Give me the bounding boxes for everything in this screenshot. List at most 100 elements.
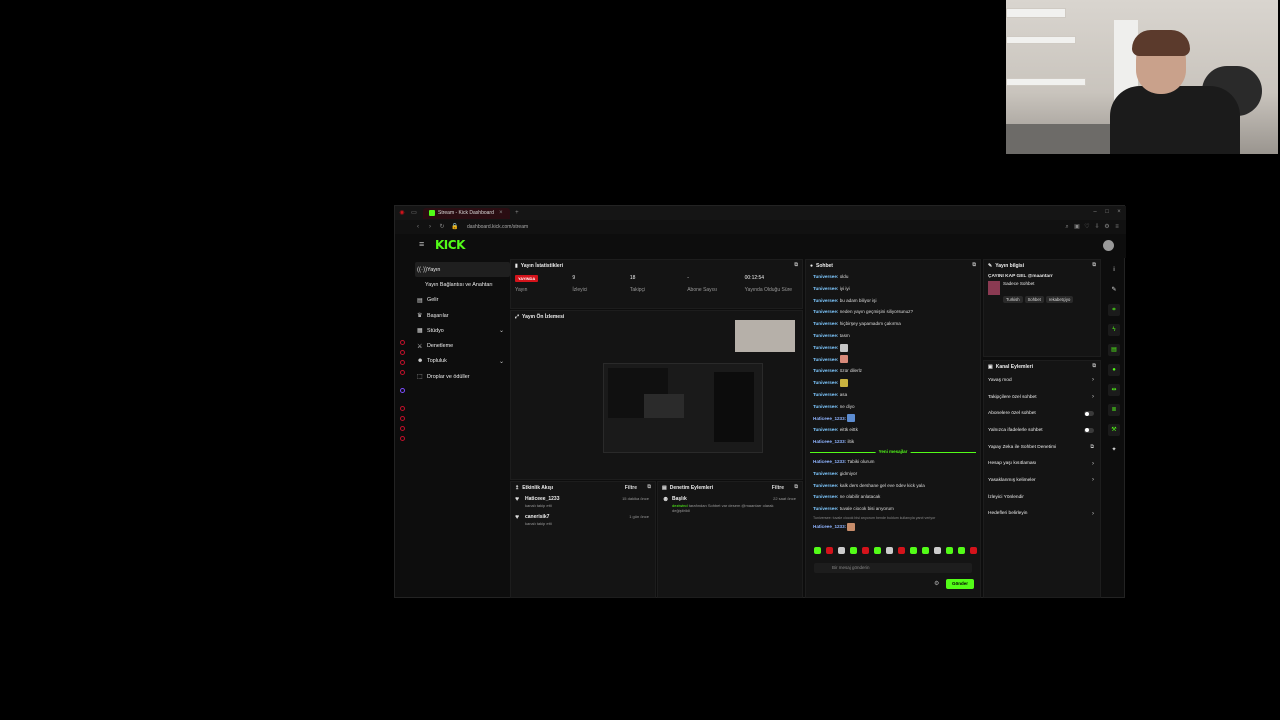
emote-button[interactable] [958, 547, 965, 554]
popout-icon[interactable]: ⧉ [794, 484, 798, 490]
camera-icon[interactable]: ▣ [1074, 224, 1080, 230]
channel-action-item[interactable]: Hedefleri belirleyin › [984, 506, 1100, 523]
chat-username[interactable]: Tuniversee: [813, 427, 838, 432]
emote-button[interactable] [850, 547, 857, 554]
emote-button[interactable] [934, 547, 941, 554]
sidebar-item-topluluk[interactable]: ☻ Topluluk ⌄ [415, 354, 510, 369]
extensions-icon[interactable]: ⚙ [1104, 224, 1110, 230]
emote-button[interactable] [946, 547, 953, 554]
emote-button[interactable] [814, 547, 821, 554]
chat-username[interactable]: Haticeee_1233: [813, 416, 846, 421]
rail-icon[interactable] [399, 406, 405, 411]
rail-icon[interactable] [399, 350, 405, 355]
chat-username[interactable]: Haticeee_1233: [813, 459, 846, 464]
channel-action-item[interactable]: Takipçilere özel sohbet › [984, 389, 1100, 406]
chat-username[interactable]: Tuniversee: [813, 286, 838, 291]
sidebar-item-studyo[interactable]: ▦ Stüdyo ⌄ [415, 323, 510, 338]
rail-icon[interactable] [399, 360, 405, 365]
tab-kick-dashboard[interactable]: Stream - Kick Dashboard × [423, 207, 510, 219]
tabs-icon[interactable]: ▭ [411, 210, 417, 216]
emote-button[interactable] [838, 547, 845, 554]
reload-icon[interactable]: ↻ [439, 224, 445, 230]
menu-icon[interactable]: ≡ [1114, 224, 1120, 230]
rail-icon[interactable] [399, 340, 405, 345]
sidebar-item-denetleme[interactable]: ⚔ Denetleme [415, 338, 510, 353]
chat-username[interactable]: Tuniversee: [813, 368, 838, 373]
chat-username[interactable]: Tuniversee: [813, 392, 838, 397]
close-window-icon[interactable]: × [1116, 209, 1122, 215]
sidebar-item-droplar[interactable]: ⬚ Droplar ve ödüller [415, 369, 510, 384]
list-icon[interactable]: ≣ [1108, 404, 1120, 416]
info-icon[interactable]: i [1108, 264, 1120, 276]
channel-action-item[interactable]: Yasaklanmış kelimeler › [984, 472, 1100, 489]
emote-button[interactable] [898, 547, 905, 554]
chat-bubble-icon[interactable]: ● [1108, 364, 1120, 376]
chat-username[interactable]: Tuniversee: [813, 274, 838, 279]
chat-username[interactable]: Tuniversee: [813, 298, 838, 303]
back-icon[interactable]: ‹ [415, 224, 421, 230]
rail-icon[interactable] [399, 370, 405, 375]
emote-button[interactable] [910, 547, 917, 554]
puzzle-icon[interactable]: ✦ [1108, 444, 1120, 456]
chat-username[interactable]: Tuniversee: [813, 506, 838, 511]
maximize-icon[interactable]: □ [1104, 209, 1110, 215]
pen-icon[interactable]: ✎ [1108, 284, 1120, 296]
chat-username[interactable]: Tuniversee: [813, 309, 838, 314]
channel-action-item[interactable]: Abonelere özel sohbet [984, 405, 1100, 422]
hamburger-menu-icon[interactable]: ≡ [419, 240, 428, 249]
rail-icon[interactable] [399, 388, 405, 393]
chat-username[interactable]: Haticeee_1233: [813, 439, 846, 444]
opera-icon[interactable]: ◉ [399, 210, 405, 216]
filter-button[interactable]: Filtre [625, 485, 637, 491]
emote-button[interactable] [886, 547, 893, 554]
new-tab-button[interactable]: + [514, 210, 520, 216]
emote-button[interactable] [922, 547, 929, 554]
chat-username[interactable]: Tuniversee: [813, 321, 838, 326]
sidebar-item-gelir[interactable]: ▤ Gelir [415, 293, 510, 308]
popout-icon[interactable]: ⧉ [794, 262, 798, 268]
popout-icon[interactable]: ⧉ [647, 484, 651, 490]
grid-icon[interactable]: ⌗ [1108, 304, 1120, 316]
chat-username[interactable]: Tuniversee: [813, 494, 838, 499]
toggle-switch[interactable] [1084, 411, 1094, 417]
popout-icon[interactable]: ⧉ [972, 262, 976, 268]
channel-action-item[interactable]: Hesap yaşı kısıtlaması › [984, 455, 1100, 472]
chat-username[interactable]: Tuniversee: [813, 471, 838, 476]
popout-icon[interactable]: ⧉ [1092, 262, 1096, 268]
url-field[interactable]: dashboard.kick.com/stream [467, 224, 528, 230]
channel-action-item[interactable]: İzleyici Yönlendir [984, 489, 1100, 506]
wrench-icon[interactable]: ⚒ [1108, 424, 1120, 436]
rail-icon[interactable] [399, 436, 405, 441]
sidebar-item-yayin[interactable]: ((·)) Yayın [415, 262, 510, 278]
search-icon[interactable]: ⌕ [1064, 224, 1070, 230]
chat-username[interactable]: Haticeee_1233: [813, 524, 846, 529]
chat-username[interactable]: Tuniversee: [813, 380, 838, 385]
bookmark-icon[interactable]: ♡ [1084, 224, 1090, 230]
close-tab-icon[interactable]: × [498, 210, 504, 216]
emote-button[interactable] [862, 547, 869, 554]
rail-icon[interactable] [399, 416, 405, 421]
sidebar-item-stream-key[interactable]: Yayın Bağlantısı ve Anahtarı [415, 277, 510, 292]
bolt-icon[interactable]: ϟ [1108, 324, 1120, 336]
chat-username[interactable]: Tuniversee: [813, 483, 838, 488]
filter-button[interactable]: Filtre [772, 485, 784, 491]
kick-logo[interactable]: KICK [435, 238, 465, 252]
toggle-switch[interactable] [1084, 427, 1094, 433]
emote-button[interactable] [826, 547, 833, 554]
channel-action-item[interactable]: Yavaş mod › [984, 372, 1100, 389]
popout-icon[interactable]: ⧉ [1092, 363, 1096, 369]
chat-username[interactable]: Tuniversee: [813, 404, 838, 409]
user-avatar[interactable] [1103, 240, 1114, 251]
channel-action-item[interactable]: Yalnızca ifadelerle sohbet [984, 422, 1100, 439]
emote-button[interactable] [874, 547, 881, 554]
forward-icon[interactable]: › [427, 224, 433, 230]
channel-action-item[interactable]: Yapay Zeka ile Sohbet Denetimi ⧉ [984, 439, 1100, 456]
chat-username[interactable]: Tuniversee: [813, 357, 838, 362]
chat-input[interactable]: Bir mesaj gönderin [814, 563, 972, 573]
emote-button[interactable] [970, 547, 977, 554]
rail-icon[interactable] [399, 426, 405, 431]
chat-username[interactable]: Tuniversee: [813, 333, 838, 338]
split-icon[interactable]: ⇹ [1108, 384, 1120, 396]
chat-settings-icon[interactable]: ⚙ [934, 580, 939, 587]
minimize-icon[interactable]: – [1092, 209, 1098, 215]
